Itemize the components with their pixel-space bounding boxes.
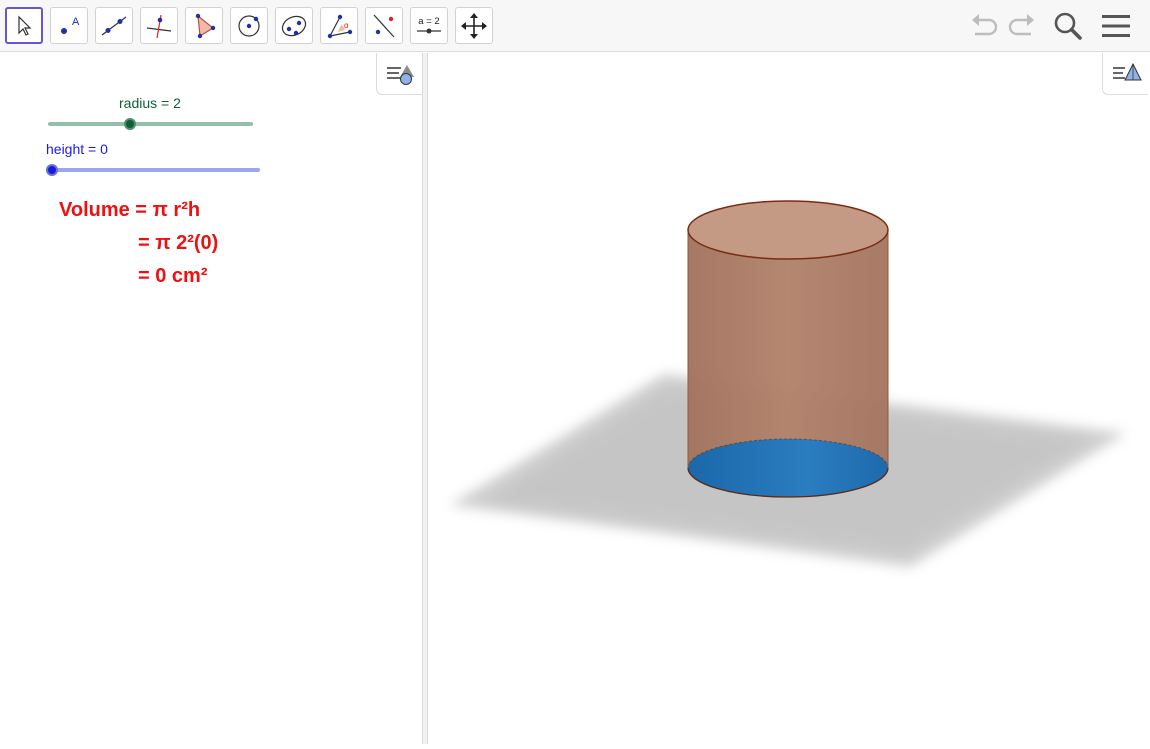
move-tool-button[interactable] xyxy=(5,7,43,44)
reflect-about-line-icon xyxy=(373,14,395,37)
redo-button[interactable] xyxy=(1004,8,1040,44)
style-bar-icon xyxy=(386,64,414,85)
circle-tool-button[interactable] xyxy=(230,7,268,44)
graphics-3d-view[interactable] xyxy=(428,53,1150,744)
slider-icon: a = 2 xyxy=(417,16,441,33)
perpendicular-line-tool-button[interactable] xyxy=(140,7,178,44)
perpendicular-line-icon xyxy=(146,14,172,38)
polygon-tool-button[interactable] xyxy=(185,7,223,44)
style-bar-3d-icon xyxy=(1112,62,1142,80)
radius-slider-knob[interactable] xyxy=(124,118,136,130)
angle-icon: α xyxy=(327,14,353,38)
point-tool-button[interactable]: A xyxy=(50,7,88,44)
ellipse-tool-button[interactable] xyxy=(275,7,313,44)
height-slider-track[interactable] xyxy=(52,168,260,172)
graphics-view[interactable]: radius = 2 height = 0 Volume = π r²h = π… xyxy=(0,53,422,744)
undo-button[interactable] xyxy=(966,8,1002,44)
radius-slider-label: radius = 2 xyxy=(119,95,181,111)
move-arrows-icon xyxy=(461,12,487,39)
graphics-style-bar-toggle[interactable] xyxy=(376,53,422,95)
toolbar: A α a = 2 xyxy=(0,0,1150,52)
polygon-icon xyxy=(195,13,216,38)
angle-tool-button[interactable]: α xyxy=(320,7,358,44)
move-graphics-view-tool-button[interactable] xyxy=(455,7,493,44)
line-tool-button[interactable] xyxy=(95,7,133,44)
height-slider-label: height = 0 xyxy=(46,141,108,157)
slider-tool-button[interactable]: a = 2 xyxy=(410,7,448,44)
volume-formula-line2: = π 2²(0) xyxy=(138,232,219,254)
height-slider-knob[interactable] xyxy=(46,164,58,176)
redo-icon xyxy=(1008,14,1034,36)
reflect-tool-button[interactable] xyxy=(365,7,403,44)
point-with-label-icon: A xyxy=(61,16,80,34)
conic-ellipse-icon xyxy=(281,15,307,36)
volume-formula-line1: Volume = π r²h xyxy=(59,199,201,221)
main-menu-button[interactable] xyxy=(1098,8,1134,44)
svg-text:a = 2: a = 2 xyxy=(418,16,439,27)
cursor-arrow-icon xyxy=(18,15,32,36)
circle-center-point-icon xyxy=(238,14,260,37)
line-through-points-icon xyxy=(101,16,127,35)
undo-icon xyxy=(972,14,998,36)
search-icon xyxy=(1054,12,1082,40)
cylinder-top xyxy=(687,200,889,260)
3d-style-bar-toggle[interactable] xyxy=(1102,53,1148,95)
search-button[interactable] xyxy=(1050,8,1086,44)
svg-text:α: α xyxy=(344,21,349,30)
volume-formula-line3: = 0 cm² xyxy=(138,265,208,287)
hamburger-menu-icon xyxy=(1102,15,1130,37)
cylinder-3d-scene xyxy=(450,200,1126,567)
svg-text:A: A xyxy=(72,16,80,28)
radius-slider-track[interactable] xyxy=(48,122,253,126)
